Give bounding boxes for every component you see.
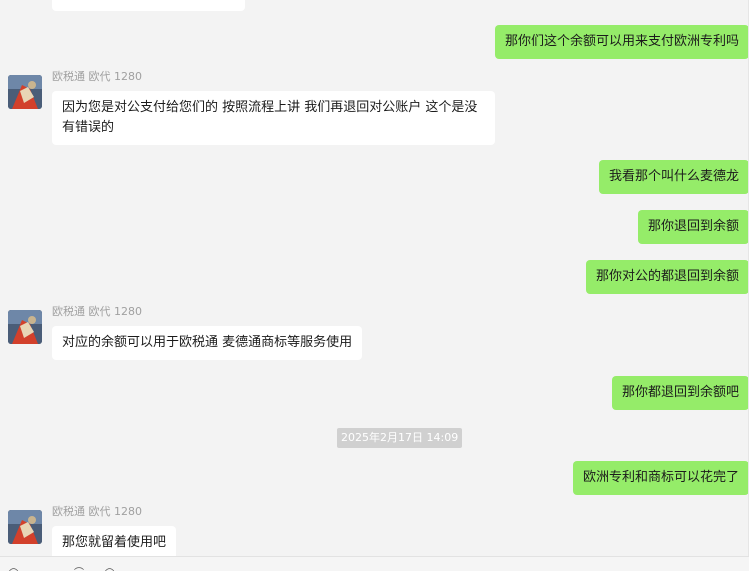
message-bubble-incoming[interactable]: 那您就留着使用吧: [52, 526, 177, 560]
avatar[interactable]: [8, 75, 42, 109]
avatar[interactable]: [8, 510, 42, 544]
message-bubble-outgoing[interactable]: 那你都退回到余额吧: [611, 376, 749, 410]
message-text: 我看那个叫什么麦德龙: [608, 169, 739, 184]
avatar-image: [8, 75, 42, 109]
message-bubble-incoming[interactable]: 因为您是对公支付给您们的 按照流程上讲 我们再退回对公账户 这个是没有错误的: [52, 91, 495, 145]
message-text: 对应的余额可以用于欧税通 麦德通商标等服务使用: [62, 335, 353, 350]
message-bubble-outgoing[interactable]: 欧洲专利和商标可以花完了: [572, 461, 749, 495]
message-bubble-incoming[interactable]: 对应的余额可以用于欧税通 麦德通商标等服务使用: [52, 326, 363, 360]
message-bubble-outgoing[interactable]: 那你退回到余额: [637, 210, 749, 244]
input-toolbar: ◯ ▭ ⌒ ◯: [0, 556, 749, 571]
avatar-image: [8, 510, 42, 544]
message-text: 那你退回到余额: [647, 219, 739, 234]
message-bubble-outgoing[interactable]: 我看那个叫什么麦德龙: [598, 160, 749, 194]
message-bubble-outgoing[interactable]: 那你对公的都退回到余额: [585, 260, 749, 294]
message-text: 那你对公的都退回到余额: [595, 269, 739, 284]
timestamp: 2025年2月17日 14:09: [337, 428, 463, 448]
message-text: 欧洲专利和商标可以花完了: [582, 470, 739, 485]
chat-history[interactable]: 那你们这个余额可以用来支付欧洲专利吗 欧税通 欧代 1280 因为您是对公支付给…: [0, 0, 749, 571]
sender-name: 欧税通 欧代 1280: [52, 505, 142, 518]
message-text: 那您就留着使用吧: [62, 535, 167, 550]
avatar-image: [8, 310, 42, 344]
avatar[interactable]: [8, 310, 42, 344]
message-bubble-partial: [52, 0, 245, 11]
sender-name: 欧税通 欧代 1280: [52, 70, 142, 83]
message-text: 那你都退回到余额吧: [621, 385, 739, 400]
message-bubble-outgoing[interactable]: 那你们这个余额可以用来支付欧洲专利吗: [494, 25, 749, 59]
sender-name: 欧税通 欧代 1280: [52, 305, 142, 318]
message-text: 那你们这个余额可以用来支付欧洲专利吗: [504, 34, 739, 49]
message-text: 因为您是对公支付给您们的 按照流程上讲 我们再退回对公账户 这个是没有错误的: [62, 100, 478, 135]
